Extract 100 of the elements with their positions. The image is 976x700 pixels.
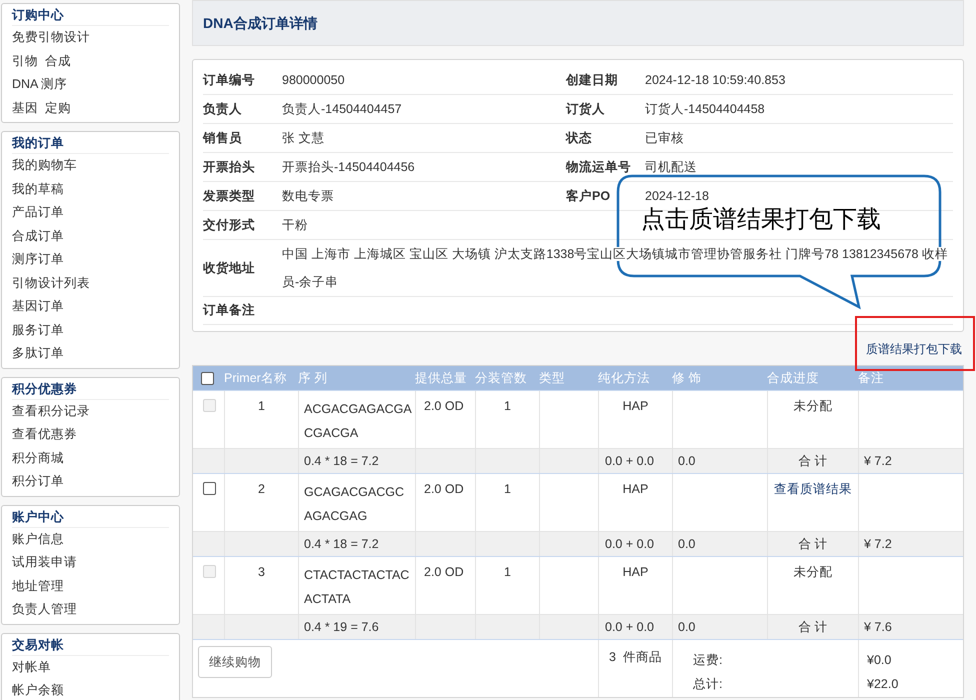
field-label: 订货人: [566, 100, 606, 118]
sidebar-item[interactable]: 免费引物设计: [12, 26, 169, 50]
field-label: 客户PO: [566, 188, 612, 205]
field-value: 中国 上海市 上海城区 宝山区 大场镇 沪太支路1338号宝山区大场镇城市管理协管服务社 门牌号78 13812345678 收样员-余子串: [282, 246, 949, 291]
sidebar-item[interactable]: 服务订单: [12, 318, 169, 342]
download-link[interactable]: 质谱结果打包下载: [866, 340, 962, 358]
field-value: 干粉: [282, 217, 308, 234]
table-cell: 2: [258, 482, 265, 496]
sequence-cell-text: CTACTACTACTACACTATA: [304, 567, 410, 608]
table-cell-text: 0.4 * 18 = 7.2: [304, 452, 379, 470]
column-header: Primer名称: [224, 370, 287, 385]
table-cell: 2.0 OD: [424, 565, 464, 579]
table-cell-text: 0.4 * 19 = 7.6: [304, 618, 379, 636]
callout-text: 点击质谱结果打包下载: [641, 205, 881, 235]
table-cell-text: 合 计: [798, 536, 828, 553]
sidebar-item[interactable]: 我的草稿: [12, 178, 169, 201]
column-header: 类型: [539, 370, 565, 385]
sidebar-item[interactable]: 试用装申请: [12, 551, 169, 574]
sidebar-item[interactable]: 地址管理: [12, 574, 169, 598]
table-cell: 1: [258, 399, 265, 413]
sidebar-item[interactable]: 产品订单: [12, 201, 169, 224]
field-value: 订货人-14504404458: [645, 101, 765, 118]
shipping-value: ¥0.0: [867, 652, 892, 669]
table-cell-text: 0.4 * 18 = 7.2: [304, 536, 379, 553]
field-label: 创建日期: [566, 72, 619, 89]
mass-spec-link[interactable]: 查看质谱结果: [774, 482, 852, 496]
sidebar-heading: 我的订单: [12, 132, 169, 154]
table-cell: 1: [504, 482, 511, 496]
column-header: 序 列: [298, 370, 328, 385]
table-cell-text: ¥ 7.6: [864, 618, 892, 636]
sidebar-item[interactable]: 查看优惠券: [12, 423, 169, 446]
sidebar-item[interactable]: 积分商城: [12, 446, 169, 470]
field-label: 交付形式: [203, 216, 256, 234]
total-value: ¥22.0: [867, 676, 898, 693]
field-label: 订单备注: [203, 302, 256, 320]
table-cell: HAP: [622, 399, 648, 413]
field-value: 开票抬头-14504404456: [282, 159, 415, 176]
field-label: 收货地址: [203, 260, 256, 277]
sidebar-item[interactable]: 合成订单: [12, 224, 169, 248]
field-label: 状态: [566, 130, 593, 147]
sidebar-item[interactable]: 帐户余额: [12, 679, 169, 700]
table-cell-text: ¥ 7.2: [864, 536, 892, 553]
sidebar-heading: 积分优惠券: [12, 378, 169, 400]
sidebar-item[interactable]: 基因 定购: [12, 96, 169, 120]
column-header: 修 饰: [672, 370, 702, 385]
continue-shopping-button[interactable]: 继续购物: [198, 646, 272, 678]
item-count: 3 件商品: [609, 650, 662, 664]
table-cell-text: 0.0: [678, 618, 696, 636]
column-header: 合成进度: [767, 370, 819, 385]
sidebar-item[interactable]: 多肽订单: [12, 342, 169, 366]
table-cell-text: 0.0 + 0.0: [605, 452, 654, 470]
total-label: 总计:: [693, 676, 724, 693]
sidebar-item[interactable]: DNA 测序: [12, 73, 169, 96]
column-header: 纯化方法: [598, 370, 650, 385]
field-label: 负责人: [203, 100, 243, 118]
sidebar-item[interactable]: 测序订单: [12, 248, 169, 272]
table-cell-text: 0.0 + 0.0: [605, 536, 654, 553]
sequence-cell-text: GCAGACGACGCAGACGAG: [304, 484, 406, 525]
sidebar-item[interactable]: 引物设计列表: [12, 272, 169, 295]
field-value: 已审核: [645, 130, 684, 147]
table-cell: 1: [504, 565, 511, 579]
column-header: 提供总量: [415, 370, 467, 385]
table-cell: 1: [504, 399, 511, 413]
sidebar-item[interactable]: 引物 合成: [12, 50, 169, 73]
table-cell-text: 0.0: [678, 452, 696, 470]
sidebar-item[interactable]: 积分订单: [12, 470, 169, 494]
sidebar-heading: 账户中心: [12, 506, 169, 528]
sequence-cell-text: ACGACGAGACGACGACGA: [304, 401, 412, 442]
field-label: 销售员: [203, 130, 243, 147]
field-value: 数电专票: [282, 188, 334, 205]
field-label: 物流运单号: [566, 158, 632, 176]
sidebar-item[interactable]: 账户信息: [12, 528, 169, 551]
field-value: 司机配送: [645, 159, 697, 176]
field-label: 开票抬头: [203, 158, 256, 176]
table-cell: 2.0 OD: [424, 482, 464, 496]
sidebar-heading: 订购中心: [12, 4, 169, 26]
page-title: DNA合成订单详情: [203, 14, 318, 32]
table-cell-text: 合 计: [798, 452, 828, 470]
sidebar-item[interactable]: 基因订单: [12, 295, 169, 318]
field-label: 发票类型: [203, 188, 256, 205]
table-cell-text: 0.0: [678, 536, 696, 553]
sidebar-item[interactable]: 查看积分记录: [12, 400, 169, 423]
table-cell-text: ¥ 7.2: [864, 452, 892, 470]
sidebar-item[interactable]: 我的购物车: [12, 154, 169, 178]
table-cell-text: 合 计: [798, 618, 828, 636]
table-cell: HAP: [622, 565, 648, 579]
column-header: 备注: [858, 370, 884, 385]
field-value: 张 文慧: [282, 130, 324, 147]
table-cell: 未分配: [794, 399, 832, 413]
field-label: 订单编号: [203, 72, 256, 89]
table-cell-text: 0.0 + 0.0: [605, 618, 654, 636]
table-cell: HAP: [622, 482, 648, 496]
sidebar-heading: 交易对帐: [12, 634, 169, 656]
sidebar-item[interactable]: 对帐单: [12, 656, 169, 679]
table-cell: 2.0 OD: [424, 399, 464, 413]
table-cell: 未分配: [794, 565, 832, 579]
table-cell: 3: [258, 565, 265, 579]
shipping-label: 运费:: [693, 652, 724, 669]
sidebar-item[interactable]: 负责人管理: [12, 598, 169, 622]
column-header: 分装管数: [475, 370, 527, 385]
